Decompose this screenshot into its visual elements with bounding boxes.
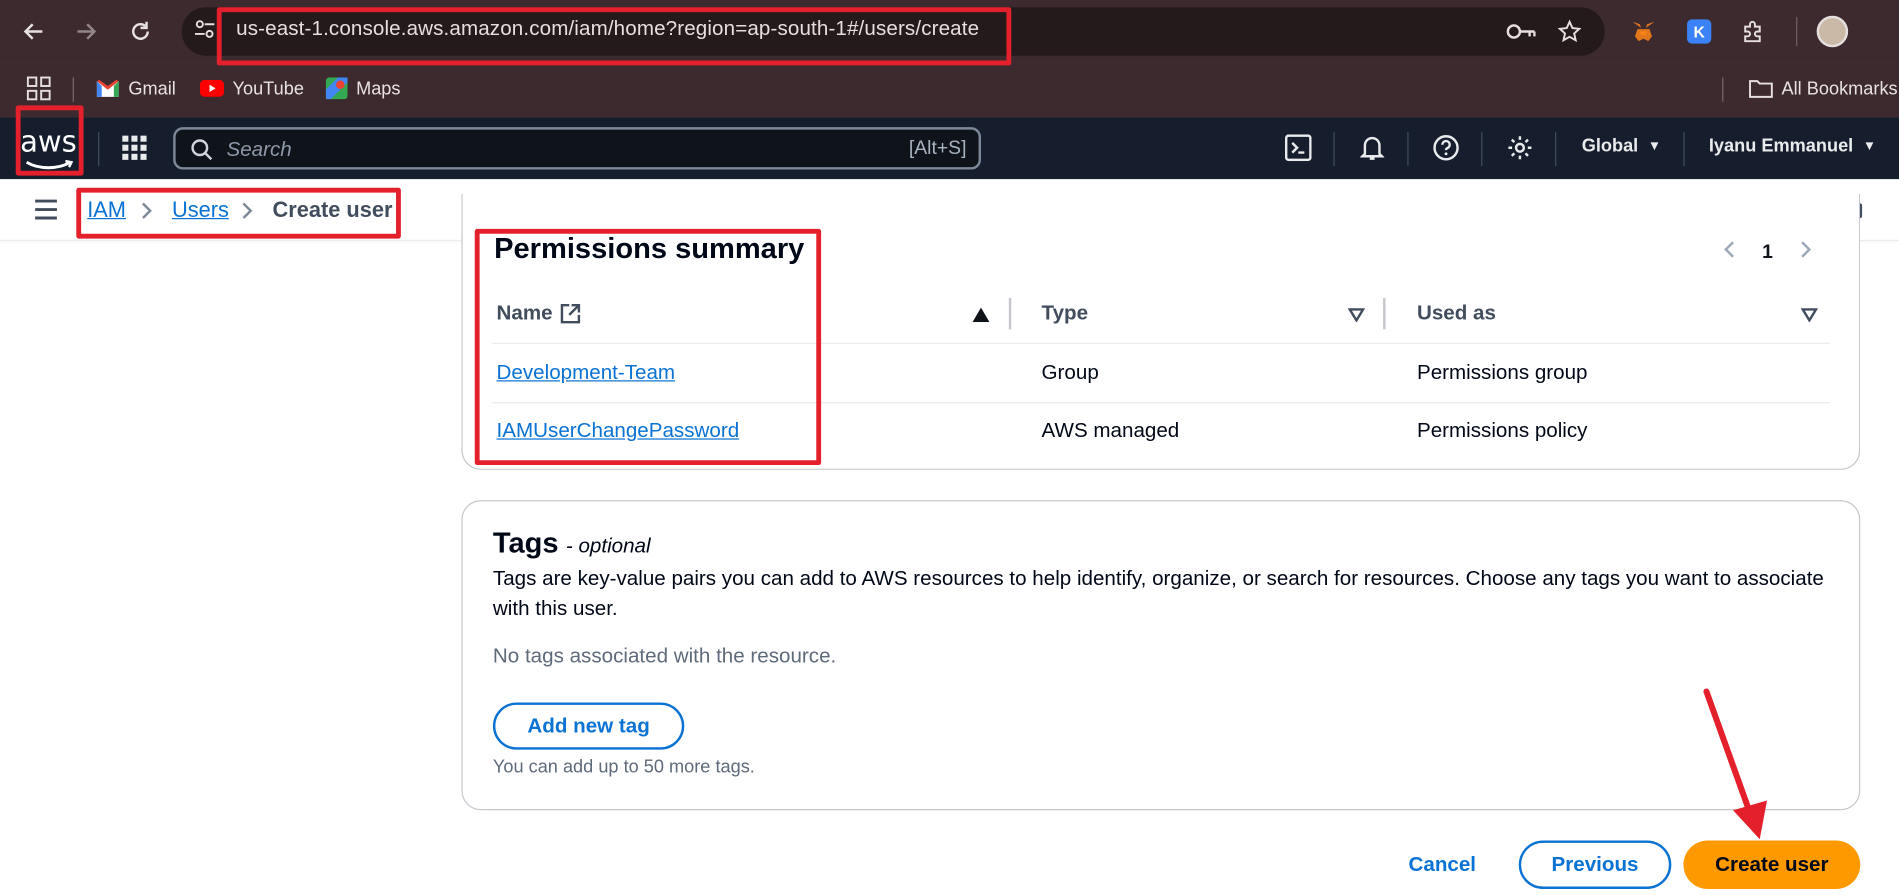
nav-divider (1333, 132, 1335, 166)
breadcrumb-users[interactable]: Users (172, 197, 229, 222)
bookmarks-bar: Gmail YouTube Maps All Bookmarks (0, 62, 1899, 118)
browser-toolbar: us-east-1.console.aws.amazon.com/iam/hom… (0, 0, 1899, 63)
cancel-button[interactable]: Cancel (1409, 853, 1477, 877)
menu-icon[interactable] (34, 199, 58, 227)
url-text[interactable]: us-east-1.console.aws.amazon.com/iam/hom… (236, 17, 979, 41)
k-extension-icon[interactable]: K (1682, 15, 1716, 49)
toolbar-divider (1796, 16, 1798, 47)
caret-down-icon: ▼ (1862, 138, 1877, 154)
back-icon[interactable] (17, 15, 51, 49)
sort-icon[interactable] (1347, 306, 1366, 328)
pagination: 1 (1723, 240, 1811, 265)
previous-button[interactable]: Previous (1518, 840, 1672, 889)
bell-icon[interactable] (1356, 132, 1387, 163)
aws-smile-icon (25, 159, 74, 170)
bookmark-maps[interactable]: Maps (325, 75, 401, 102)
screenshot-stage: us-east-1.console.aws.amazon.com/iam/hom… (0, 0, 1899, 895)
nav-divider (98, 132, 100, 166)
chevron-right-icon (140, 201, 152, 226)
permission-used-as: Permissions policy (1416, 419, 1588, 443)
tags-title: Tags (492, 526, 559, 560)
aws-top-navigation: aws Search [Alt+S] Global ▼ Iyanu Emmanu… (0, 117, 1899, 180)
services-grid-icon[interactable] (119, 132, 150, 163)
gear-icon[interactable] (1504, 132, 1535, 163)
metamask-extension-icon[interactable] (1627, 15, 1661, 49)
permission-type: Group (1041, 360, 1099, 384)
breadcrumb-create-user: Create user (272, 197, 393, 222)
sort-icon[interactable] (1800, 306, 1819, 328)
permission-type: AWS managed (1041, 419, 1180, 443)
bookmark-gmail[interactable]: Gmail (96, 75, 176, 102)
bookmark-divider-right (1722, 77, 1724, 102)
annotation-arrow-icon (1703, 688, 1767, 840)
nav-divider (1683, 132, 1685, 166)
search-shortcut-hint: [Alt+S] (908, 138, 967, 159)
permissions-summary-title: Permissions summary (494, 232, 805, 266)
nav-divider (1407, 132, 1409, 166)
profile-avatar-image (1816, 15, 1849, 48)
bookmark-gmail-label: Gmail (128, 78, 176, 99)
bookmark-youtube-label: YouTube (232, 78, 304, 99)
column-divider[interactable] (1383, 297, 1386, 330)
column-header-type-label: Type (1041, 301, 1089, 325)
chevron-right-icon[interactable] (1800, 240, 1812, 265)
bookmark-youtube[interactable]: YouTube (199, 75, 304, 102)
account-menu[interactable]: Iyanu Emmanuel ▼ (1709, 136, 1876, 157)
profile-avatar[interactable] (1815, 15, 1849, 49)
folder-icon (1749, 80, 1773, 98)
tags-limit-text: You can add up to 50 more tags. (492, 756, 755, 778)
nav-divider (1555, 132, 1557, 166)
youtube-icon (199, 79, 225, 97)
search-icon (191, 139, 213, 161)
column-divider[interactable] (1008, 297, 1012, 330)
region-label: Global (1581, 135, 1639, 157)
account-name: Iyanu Emmanuel (1708, 135, 1854, 157)
aws-logo[interactable]: aws (19, 125, 77, 171)
tags-optional-label: - optional (565, 534, 651, 558)
forward-icon[interactable] (69, 15, 103, 49)
column-header-name-label: Name (496, 301, 553, 325)
search-input[interactable]: Search [Alt+S] (173, 127, 981, 170)
column-header-used-as[interactable]: Used as (1417, 302, 1496, 326)
tags-description: Tags are key-value pairs you can add to … (492, 566, 1824, 621)
maps-icon (325, 77, 348, 100)
page-number[interactable]: 1 (1762, 242, 1773, 264)
column-header-type[interactable]: Type (1042, 302, 1089, 326)
external-link-icon (561, 303, 581, 324)
bookmark-divider (72, 77, 74, 102)
table-divider (491, 402, 1830, 404)
cloudshell-icon[interactable] (1283, 132, 1314, 163)
nav-divider (1481, 132, 1483, 166)
bookmark-maps-label: Maps (356, 78, 401, 99)
add-new-tag-button[interactable]: Add new tag (492, 702, 685, 750)
chevron-right-icon (241, 201, 253, 226)
permission-name-link[interactable]: Development-Team (497, 361, 676, 385)
all-bookmarks-label: All Bookmarks (1781, 78, 1898, 99)
tags-empty-text: No tags associated with the resource. (492, 644, 837, 668)
extensions-puzzle-icon[interactable] (1737, 15, 1771, 49)
column-header-name[interactable]: Name (497, 302, 582, 326)
reload-icon[interactable] (124, 15, 158, 49)
caret-down-icon: ▼ (1647, 138, 1662, 154)
search-placeholder: Search (226, 138, 292, 162)
key-icon[interactable] (1504, 15, 1538, 49)
chevron-left-icon[interactable] (1723, 240, 1735, 265)
permission-name-link[interactable]: IAMUserChangePassword (497, 419, 740, 443)
apps-grid-icon[interactable] (26, 76, 51, 106)
gmail-icon (96, 79, 119, 97)
breadcrumb-iam[interactable]: IAM (87, 197, 126, 222)
permission-used-as: Permissions group (1416, 360, 1588, 384)
tags-heading: Tags - optional (493, 527, 651, 561)
help-icon[interactable] (1430, 132, 1461, 163)
aws-logo-text: aws (20, 124, 77, 159)
site-settings-icon[interactable] (194, 18, 216, 46)
sort-ascending-icon[interactable] (972, 306, 990, 328)
k-extension-badge: K (1687, 19, 1712, 44)
star-icon[interactable] (1553, 15, 1587, 49)
table-divider (491, 342, 1830, 344)
region-selector[interactable]: Global ▼ (1582, 136, 1661, 157)
all-bookmarks[interactable]: All Bookmarks (1749, 75, 1898, 102)
column-header-used-as-label: Used as (1416, 301, 1496, 325)
